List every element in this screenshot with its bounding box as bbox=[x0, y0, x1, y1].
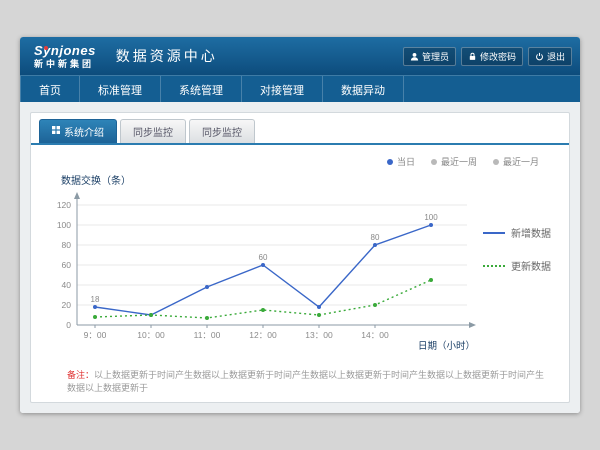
line-chart: 0 20 40 60 80 100 120 9：00 10：00 11：00 12：00 13：00 1… bbox=[37, 189, 483, 355]
svg-text:100: 100 bbox=[57, 220, 71, 230]
tab-bar: 系统介绍 同步监控 同步监控 bbox=[31, 113, 569, 145]
app-window: Synjones 新中新集团 数据资源中心 管理员 修改密码 bbox=[20, 37, 580, 413]
logout-label: 退出 bbox=[547, 50, 565, 63]
logout-button[interactable]: 退出 bbox=[528, 47, 572, 66]
nav-item-home[interactable]: 首页 bbox=[20, 76, 80, 103]
svg-text:11：00: 11：00 bbox=[194, 330, 221, 340]
change-password-button[interactable]: 修改密码 bbox=[461, 47, 523, 66]
y-axis-title: 数据交换（条） bbox=[61, 172, 569, 187]
svg-text:日期（小时）: 日期（小时） bbox=[418, 340, 475, 352]
filter-label: 最近一周 bbox=[441, 155, 477, 168]
tab-sync-monitor-2[interactable]: 同步监控 bbox=[189, 119, 255, 143]
lock-icon bbox=[468, 52, 477, 61]
logo-accent-dot bbox=[44, 46, 48, 50]
footnote-label: 备注： bbox=[67, 370, 94, 380]
filter-today[interactable]: 当日 bbox=[387, 155, 415, 168]
series-name: 更新数据 bbox=[511, 258, 551, 273]
grid-icon bbox=[52, 126, 60, 137]
svg-text:12：00: 12：00 bbox=[249, 330, 277, 340]
series-legend: 新增数据 更新数据 bbox=[483, 189, 563, 355]
user-icon bbox=[410, 52, 419, 61]
filter-last-week[interactable]: 最近一周 bbox=[431, 155, 477, 168]
nav-item-system-management[interactable]: 系统管理 bbox=[161, 76, 242, 103]
admin-user-label: 管理员 bbox=[422, 50, 449, 63]
svg-text:60: 60 bbox=[62, 260, 72, 270]
line-sample-new-data bbox=[483, 232, 505, 234]
main-panel: 系统介绍 同步监控 同步监控 当日 最近一周 bbox=[30, 112, 570, 403]
footnote-text: 以上数据更新于时间产生数据以上数据更新于时间产生数据以上数据更新于时间产生数据以… bbox=[67, 370, 544, 393]
change-password-label: 修改密码 bbox=[480, 50, 516, 63]
filter-dot-last-month bbox=[493, 159, 499, 165]
svg-text:14：00: 14：00 bbox=[361, 330, 389, 340]
power-icon bbox=[535, 52, 544, 61]
svg-text:80: 80 bbox=[62, 240, 72, 250]
filter-label: 最近一月 bbox=[503, 155, 539, 168]
period-filter-legend: 当日 最近一周 最近一月 bbox=[31, 145, 569, 168]
svg-text:20: 20 bbox=[62, 300, 72, 310]
svg-text:13：00: 13：00 bbox=[305, 330, 333, 340]
main-navigation: 首页 标准管理 系统管理 对接管理 数据异动 bbox=[20, 75, 580, 103]
line-sample-update-data bbox=[483, 265, 505, 267]
footnote: 备注：以上数据更新于时间产生数据以上数据更新于时间产生数据以上数据更新于时间产生… bbox=[67, 369, 569, 394]
svg-text:10：00: 10：00 bbox=[137, 330, 165, 340]
tab-label: 同步监控 bbox=[133, 124, 173, 139]
svg-text:60: 60 bbox=[259, 253, 268, 262]
series-name: 新增数据 bbox=[511, 225, 551, 240]
logo-subtext: 新中新集团 bbox=[34, 60, 96, 69]
svg-text:0: 0 bbox=[66, 320, 71, 330]
admin-user-button[interactable]: 管理员 bbox=[403, 47, 456, 66]
chart-row: 0 20 40 60 80 100 120 9：00 10：00 11：00 12：00 13：00 1… bbox=[31, 187, 569, 355]
app-header: Synjones 新中新集团 数据资源中心 管理员 修改密码 bbox=[20, 37, 580, 75]
content-area: 系统介绍 同步监控 同步监控 当日 最近一周 bbox=[20, 102, 580, 413]
nav-item-connection-management[interactable]: 对接管理 bbox=[242, 76, 323, 103]
logo-text: Synjones bbox=[34, 44, 96, 57]
svg-text:40: 40 bbox=[62, 280, 72, 290]
filter-dot-last-week bbox=[431, 159, 437, 165]
nav-item-standard-management[interactable]: 标准管理 bbox=[80, 76, 161, 103]
svg-text:9：00: 9：00 bbox=[84, 330, 107, 340]
tab-label: 同步监控 bbox=[202, 124, 242, 139]
legend-item-update-data: 更新数据 bbox=[483, 258, 563, 273]
filter-label: 当日 bbox=[397, 155, 415, 168]
tab-label: 系统介绍 bbox=[64, 124, 104, 139]
tab-system-intro[interactable]: 系统介绍 bbox=[39, 119, 117, 143]
tab-sync-monitor-1[interactable]: 同步监控 bbox=[120, 119, 186, 143]
svg-text:80: 80 bbox=[371, 233, 380, 242]
legend-item-new-data: 新增数据 bbox=[483, 225, 563, 240]
svg-text:18: 18 bbox=[91, 295, 100, 304]
nav-item-data-changes[interactable]: 数据异动 bbox=[323, 76, 404, 103]
desktop-background: { "window": { "brand": { "logo_main": "S… bbox=[0, 0, 600, 450]
svg-text:120: 120 bbox=[57, 200, 71, 210]
filter-last-month[interactable]: 最近一月 bbox=[493, 155, 539, 168]
brand-logo: Synjones 新中新集团 bbox=[28, 44, 102, 69]
page-title: 数据资源中心 bbox=[116, 46, 218, 66]
filter-dot-today bbox=[387, 159, 393, 165]
svg-text:100: 100 bbox=[424, 213, 438, 222]
header-actions: 管理员 修改密码 退出 bbox=[403, 47, 572, 66]
